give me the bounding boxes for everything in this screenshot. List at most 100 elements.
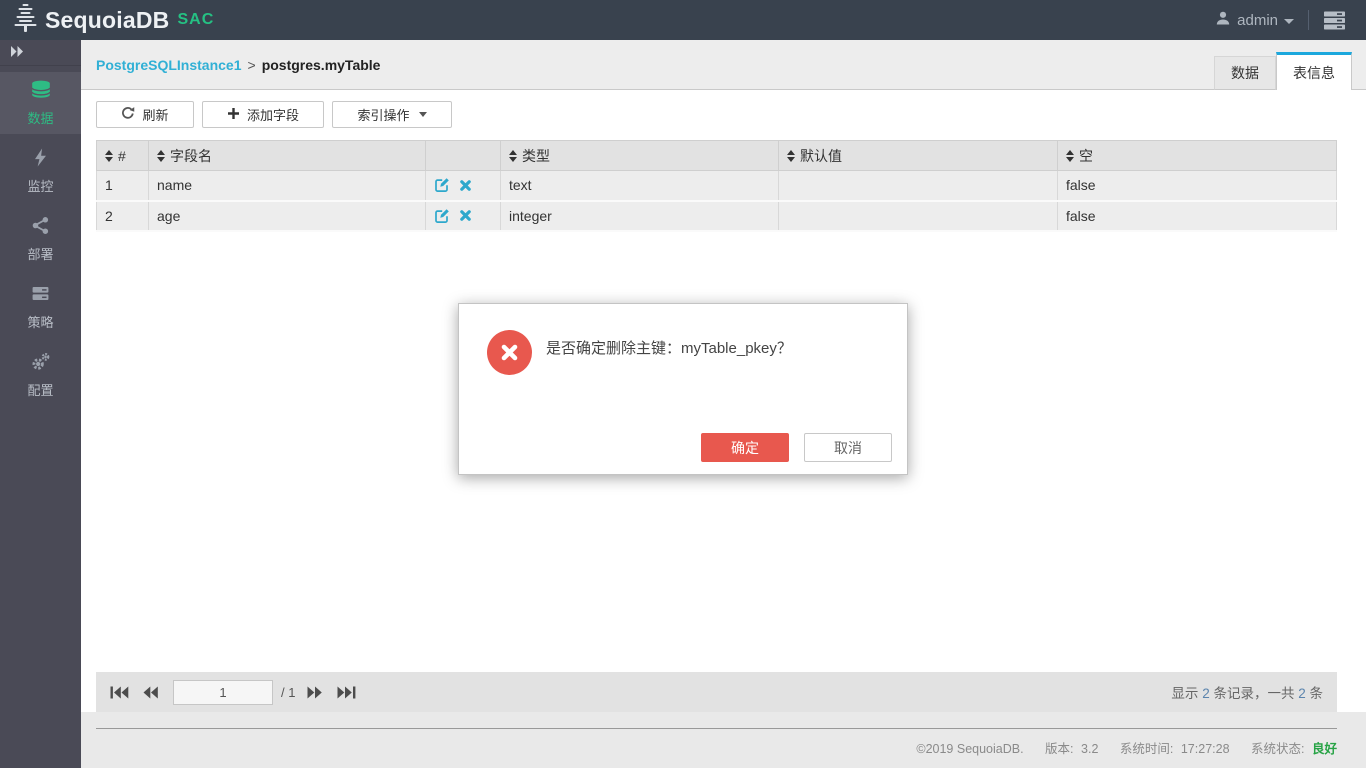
tab-data[interactable]: 数据 — [1214, 56, 1276, 90]
summary-text: 条记录，一共 — [1210, 686, 1299, 701]
column-header-type[interactable]: 类型 — [501, 141, 779, 171]
page-total-label: / 1 — [281, 685, 295, 700]
fields-table: # 字段名 类型 — [96, 140, 1337, 232]
column-header-label: 类型 — [522, 146, 550, 166]
refresh-label: 刷新 — [142, 105, 168, 124]
servers-icon — [31, 284, 50, 308]
sidebar-item-label: 部署 — [27, 244, 53, 263]
cell-index: 2 — [97, 201, 149, 231]
double-arrow-right-icon — [10, 44, 25, 62]
column-header-default[interactable]: 默认值 — [779, 141, 1058, 171]
cell-index: 1 — [97, 171, 149, 201]
next-page-button[interactable] — [307, 686, 323, 699]
fields-table-wrap: # 字段名 类型 — [96, 140, 1337, 232]
toolbar: 刷新 添加字段 索引操作 — [81, 90, 1366, 128]
database-icon — [30, 80, 52, 104]
sort-icon — [509, 150, 517, 162]
sort-icon — [157, 150, 165, 162]
column-header-nullable[interactable]: 空 — [1058, 141, 1337, 171]
cell-field: age — [149, 201, 426, 231]
sidebar-item-config[interactable]: 配置 — [0, 344, 81, 406]
sidebar-item-deploy[interactable]: 部署 — [0, 208, 81, 270]
chevron-down-icon — [419, 112, 427, 117]
sort-icon — [1066, 150, 1074, 162]
delete-field-icon[interactable] — [459, 209, 472, 222]
breadcrumb-current-table: postgres.myTable — [262, 57, 381, 73]
cell-nullable: false — [1058, 201, 1337, 231]
prev-page-button[interactable] — [143, 686, 159, 699]
footer-text: ©2019 SequoiaDB. 版本: 3.2 系统时间: 17:27:28 … — [96, 729, 1337, 757]
table-row: 2 age — [97, 201, 1337, 231]
system-time-value: 17:27:28 — [1181, 742, 1230, 756]
delete-field-icon[interactable] — [459, 179, 472, 192]
header-divider — [1308, 10, 1309, 30]
cell-actions — [426, 171, 501, 201]
system-time-label: 系统时间: — [1120, 742, 1173, 756]
footer: ©2019 SequoiaDB. 版本: 3.2 系统时间: 17:27:28 … — [96, 712, 1337, 768]
sequoia-tree-icon — [12, 3, 39, 38]
sort-icon — [787, 150, 795, 162]
cell-type: integer — [501, 201, 779, 231]
chevron-down-icon — [1284, 19, 1294, 24]
summary-total: 2 — [1298, 686, 1306, 701]
column-header-actions — [426, 141, 501, 171]
sort-icon — [105, 150, 113, 162]
plus-icon — [227, 107, 240, 123]
tab-label: 数据 — [1231, 63, 1259, 83]
version-value: 3.2 — [1081, 742, 1098, 756]
refresh-button[interactable]: 刷新 — [96, 101, 194, 128]
sidebar-item-monitor[interactable]: 监控 — [0, 140, 81, 202]
sidebar: 数据 监控 — [0, 40, 81, 768]
sidebar-collapse-button[interactable] — [0, 40, 81, 66]
breadcrumb-separator: > — [248, 57, 256, 73]
page-number-input[interactable] — [173, 680, 273, 705]
first-page-button[interactable] — [110, 686, 129, 699]
confirm-cancel-button[interactable]: 取消 — [804, 433, 892, 462]
confirm-message: 是否确定删除主键：myTable_pkey？ — [546, 337, 792, 358]
tab-bar: 数据 表信息 — [1214, 52, 1352, 90]
user-name: admin — [1237, 12, 1278, 29]
copyright: ©2019 SequoiaDB. — [916, 742, 1023, 756]
brand-logo[interactable]: SequoiaDB SAC — [0, 3, 214, 38]
task-list-icon[interactable] — [1323, 11, 1346, 30]
index-operations-dropdown[interactable]: 索引操作 — [332, 101, 452, 128]
last-page-button[interactable] — [337, 686, 356, 699]
column-header-label: 空 — [1079, 146, 1093, 166]
column-header-field[interactable]: 字段名 — [149, 141, 426, 171]
edit-field-icon[interactable] — [434, 177, 450, 193]
sidebar-item-label: 策略 — [27, 312, 53, 331]
breadcrumb-instance-link[interactable]: PostgreSQLInstance1 — [96, 57, 242, 73]
tab-table-info[interactable]: 表信息 — [1276, 52, 1352, 90]
confirm-ok-button[interactable]: 确定 — [701, 433, 789, 462]
column-header-label: # — [118, 148, 126, 164]
cell-default — [779, 171, 1058, 201]
user-dropdown[interactable]: admin — [1215, 10, 1294, 30]
add-field-button[interactable]: 添加字段 — [202, 101, 324, 128]
sidebar-item-data[interactable]: 数据 — [0, 72, 81, 134]
top-header: SequoiaDB SAC admin — [0, 0, 1366, 40]
sidebar-item-strategy[interactable]: 策略 — [0, 276, 81, 338]
confirm-delete-dialog: 是否确定删除主键：myTable_pkey？ 确定 取消 — [458, 303, 908, 475]
summary-text: 条 — [1306, 686, 1323, 701]
cell-field: name — [149, 171, 426, 201]
share-icon — [31, 216, 50, 240]
cell-actions — [426, 201, 501, 231]
lightning-icon — [31, 148, 50, 172]
edit-field-icon[interactable] — [434, 208, 450, 224]
error-circle-icon — [487, 330, 532, 375]
cell-type: text — [501, 171, 779, 201]
table-header-row: # 字段名 类型 — [97, 141, 1337, 171]
version-label: 版本: — [1045, 742, 1073, 756]
refresh-icon — [121, 106, 135, 123]
brand-name: SequoiaDB — [45, 7, 169, 34]
table-row: 1 name — [97, 171, 1337, 201]
column-header-index[interactable]: # — [97, 141, 149, 171]
summary-count: 2 — [1202, 686, 1210, 701]
breadcrumb-bar: PostgreSQLInstance1 > postgres.myTable 数… — [81, 40, 1366, 90]
tab-label: 表信息 — [1293, 63, 1335, 83]
index-operations-label: 索引操作 — [357, 105, 409, 124]
record-count-summary: 显示 2 条记录，一共 2 条 — [1171, 682, 1323, 702]
column-header-label: 字段名 — [170, 146, 212, 166]
add-field-label: 添加字段 — [247, 105, 299, 124]
sidebar-item-label: 监控 — [27, 176, 53, 195]
